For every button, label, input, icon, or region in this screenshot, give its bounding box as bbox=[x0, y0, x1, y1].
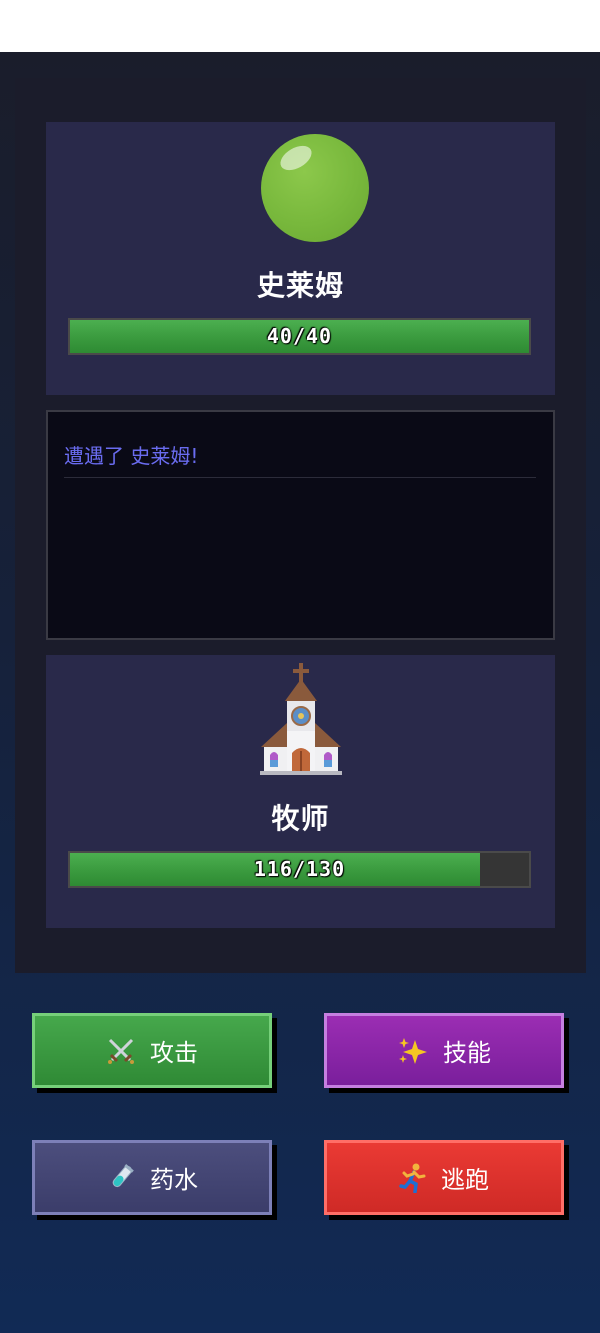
flee-label: 逃跑 bbox=[441, 1166, 489, 1194]
battle-log: 遭遇了 史莱姆! bbox=[46, 410, 555, 640]
crossed-swords-icon bbox=[106, 1036, 136, 1066]
skill-label: 技能 bbox=[443, 1039, 491, 1067]
church-icon bbox=[46, 663, 555, 779]
enemy-card: 史莱姆 40/40 bbox=[46, 122, 555, 395]
player-card: 牧师 116/130 bbox=[46, 655, 555, 928]
potion-button[interactable]: 药水 bbox=[32, 1140, 272, 1215]
player-name: 牧师 bbox=[271, 802, 330, 835]
game-screen: 史莱姆 40/40 遭遇了 史莱姆! 牧师 116/130 攻击 技能 药水 逃… bbox=[0, 52, 600, 1333]
test-tube-icon bbox=[106, 1163, 136, 1193]
skill-button[interactable]: 技能 bbox=[324, 1013, 564, 1088]
enemy-name: 史莱姆 bbox=[256, 269, 344, 302]
running-person-icon bbox=[399, 1163, 427, 1193]
sparkles-icon bbox=[397, 1036, 429, 1066]
attack-button[interactable]: 攻击 bbox=[32, 1013, 272, 1088]
potion-label: 药水 bbox=[150, 1166, 198, 1194]
player-hp-text: 116/130 bbox=[253, 857, 346, 881]
enemy-hp-bar: 40/40 bbox=[68, 318, 531, 355]
enemy-hp-text: 40/40 bbox=[266, 324, 333, 348]
log-line: 遭遇了 史莱姆! bbox=[64, 440, 536, 478]
slime-highlight bbox=[276, 140, 316, 176]
attack-label: 攻击 bbox=[150, 1039, 198, 1067]
player-hp-bar: 116/130 bbox=[68, 851, 531, 888]
flee-button[interactable]: 逃跑 bbox=[324, 1140, 564, 1215]
battle-panel: 史莱姆 40/40 遭遇了 史莱姆! 牧师 116/130 bbox=[15, 78, 586, 973]
slime-icon bbox=[261, 134, 369, 242]
